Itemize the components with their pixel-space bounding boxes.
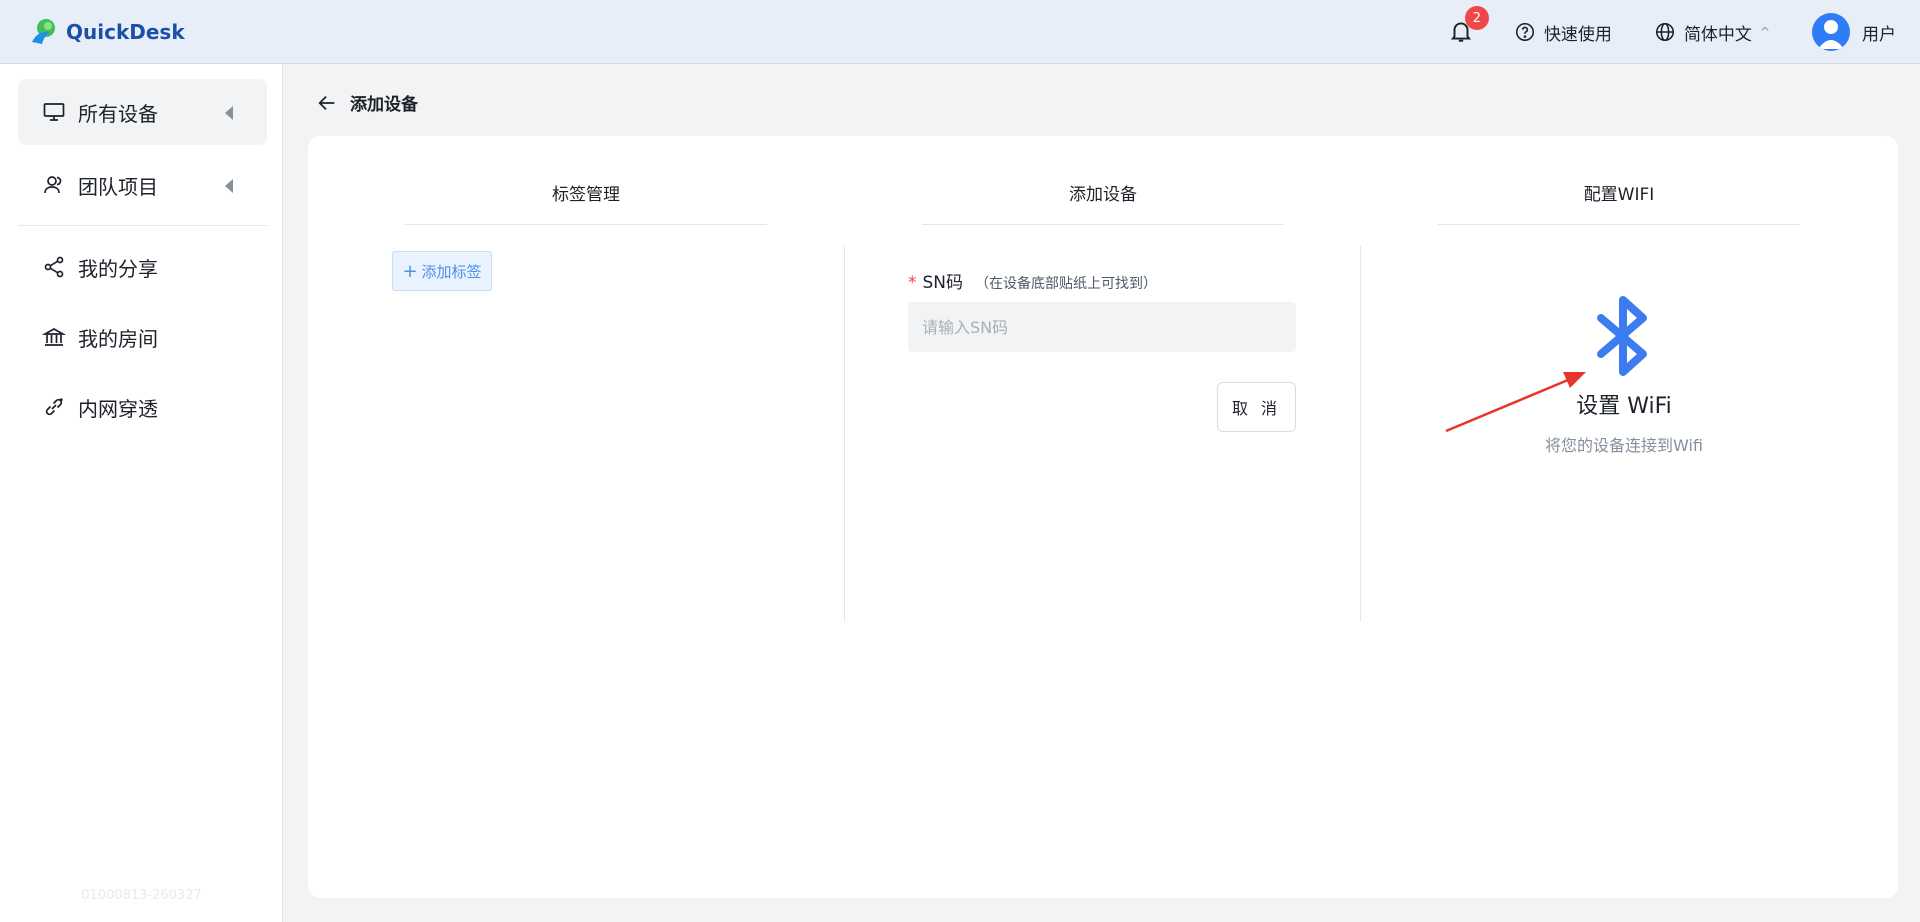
- sidebar-item-my-rooms[interactable]: 我的房间: [18, 304, 267, 370]
- avatar[interactable]: [1812, 13, 1850, 51]
- quick-start-label: 快速使用: [1543, 24, 1612, 45]
- brand-name: QuickDesk: [66, 19, 185, 44]
- help-circle-icon: [1515, 22, 1534, 42]
- sidebar-item-team-projects[interactable]: 团队项目: [18, 152, 267, 218]
- annotation-arrow-icon: [1445, 372, 1586, 433]
- monitor-icon: [43, 103, 65, 121]
- chevron-up-icon: ^: [1759, 25, 1770, 39]
- sidebar-item-label: 我的分享: [78, 256, 158, 281]
- sidebar-divider: [18, 225, 267, 226]
- user-name[interactable]: 用户: [1862, 20, 1896, 45]
- app-logo[interactable]: QuickDesk: [28, 16, 185, 48]
- page-title: 添加设备: [350, 95, 418, 115]
- quick-start-button[interactable]: 快速使用: [1514, 20, 1612, 45]
- breadcrumb: 添加设备: [316, 90, 418, 115]
- sidebar-item-label: 团队项目: [78, 174, 158, 199]
- caret-left-icon: [225, 179, 233, 193]
- language-selector[interactable]: 简体中文 ^: [1654, 20, 1770, 45]
- version-text: 01000813-260327: [81, 888, 202, 903]
- bank-icon: [42, 328, 66, 346]
- top-header: QuickDesk 2 快速使用 简体中文 ^ 用户: [0, 0, 1920, 64]
- sidebar-item-tunnel[interactable]: 内网穿透: [18, 374, 267, 440]
- back-arrow-icon[interactable]: [316, 92, 338, 114]
- caret-left-icon: [225, 106, 233, 120]
- sidebar-item-all-devices[interactable]: 所有设备: [18, 79, 267, 145]
- sidebar-item-label: 我的房间: [78, 326, 158, 351]
- globe-icon: [1655, 22, 1674, 42]
- notification-badge: 2: [1464, 6, 1489, 30]
- share-icon: [44, 256, 64, 278]
- add-device-card: 标签管理 添加设备 配置WIFI + 添加标签 * SN码 （在设备底部贴纸上可…: [308, 136, 1898, 898]
- link-icon: [45, 397, 64, 416]
- language-label: 简体中文: [1683, 24, 1752, 45]
- sidebar-item-my-shares[interactable]: 我的分享: [18, 234, 267, 300]
- team-icon: [44, 176, 62, 194]
- sidebar-item-label: 内网穿透: [78, 396, 158, 421]
- logo-icon: [32, 18, 55, 44]
- sidebar-item-label: 所有设备: [78, 101, 158, 126]
- user-icon: [1818, 20, 1844, 49]
- sidebar: 所有设备 团队项目 我的分享 我的房间 内网穿透 01000813-260327: [0, 64, 283, 922]
- notifications-button[interactable]: 2: [1448, 6, 1489, 46]
